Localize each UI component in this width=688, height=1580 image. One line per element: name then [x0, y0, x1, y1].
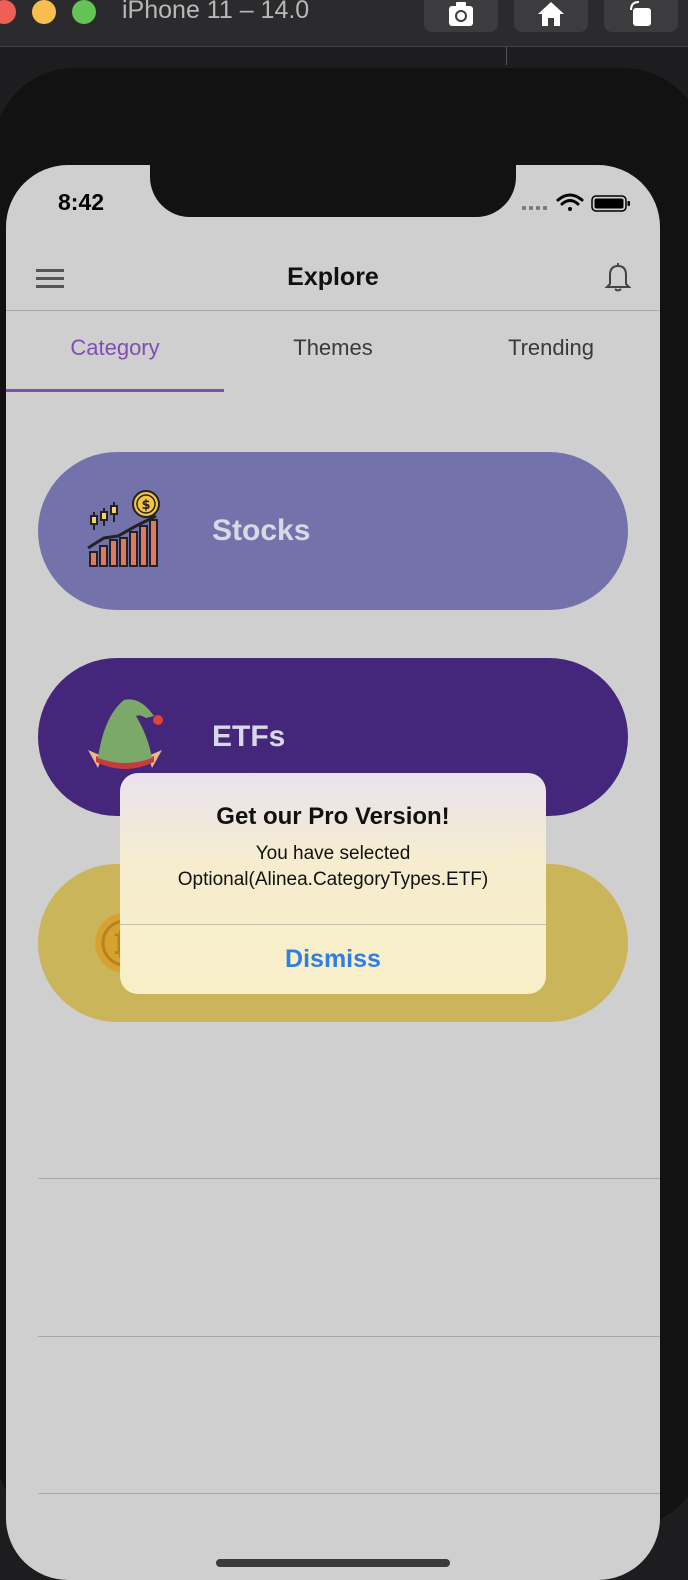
camera-icon [449, 2, 473, 26]
category-label: Stocks [212, 514, 311, 547]
svg-text:$: $ [141, 498, 150, 513]
device-frame: 8:42 Explore Category Themes Trending $ … [0, 68, 688, 1580]
cellular-signal-icon [522, 206, 547, 210]
rotate-button[interactable] [604, 0, 678, 32]
selected-tab-indicator [6, 389, 224, 392]
segment-tabs: Category Themes Trending [6, 327, 660, 397]
simulator-titlebar: iPhone 11 – 14.0 [0, 0, 688, 46]
row-divider [38, 1493, 660, 1494]
alert-message-line: Optional(Alinea.CategoryTypes.ETF) [177, 869, 489, 890]
home-button[interactable] [514, 0, 588, 32]
screenshot-button[interactable] [424, 0, 498, 32]
battery-icon [591, 195, 630, 212]
wifi-icon [556, 193, 584, 211]
navbar-divider [6, 310, 660, 311]
category-label: ETFs [212, 720, 286, 753]
alert-title: Get our Pro Version! [216, 803, 450, 830]
row-divider [38, 1336, 660, 1337]
notification-bell-icon[interactable] [604, 261, 632, 293]
dismiss-button[interactable]: Dismiss [120, 925, 546, 994]
home-icon [538, 2, 564, 26]
pro-version-alert: Get our Pro Version! You have selected O… [120, 773, 546, 994]
elf-hat-icon [88, 699, 163, 769]
tab-trending[interactable]: Trending [442, 335, 660, 361]
rotate-icon [630, 1, 651, 26]
page-title: Explore [287, 263, 379, 291]
status-icons [522, 193, 632, 218]
navigation-bar: Explore [6, 249, 660, 311]
titlebar-tick [506, 47, 507, 65]
tab-themes[interactable]: Themes [224, 335, 442, 361]
stock-chart-coin-icon: $ [87, 490, 160, 567]
app-screen: 8:42 Explore Category Themes Trending $ … [6, 165, 660, 1580]
minimize-window-button[interactable] [32, 0, 56, 24]
row-divider [38, 1178, 660, 1179]
tab-category[interactable]: Category [6, 335, 224, 361]
home-indicator[interactable] [216, 1559, 450, 1567]
window-title: iPhone 11 – 14.0 [122, 0, 310, 24]
alert-message: You have selected Optional(Alinea.Catego… [130, 841, 536, 893]
close-window-button[interactable] [0, 0, 16, 24]
alert-message-line: You have selected [255, 843, 411, 864]
zoom-window-button[interactable] [72, 0, 96, 24]
titlebar-divider [0, 46, 688, 47]
device-notch [150, 165, 516, 217]
category-card-stocks[interactable]: $ Stocks [38, 452, 628, 610]
status-time: 8:42 [58, 189, 105, 215]
